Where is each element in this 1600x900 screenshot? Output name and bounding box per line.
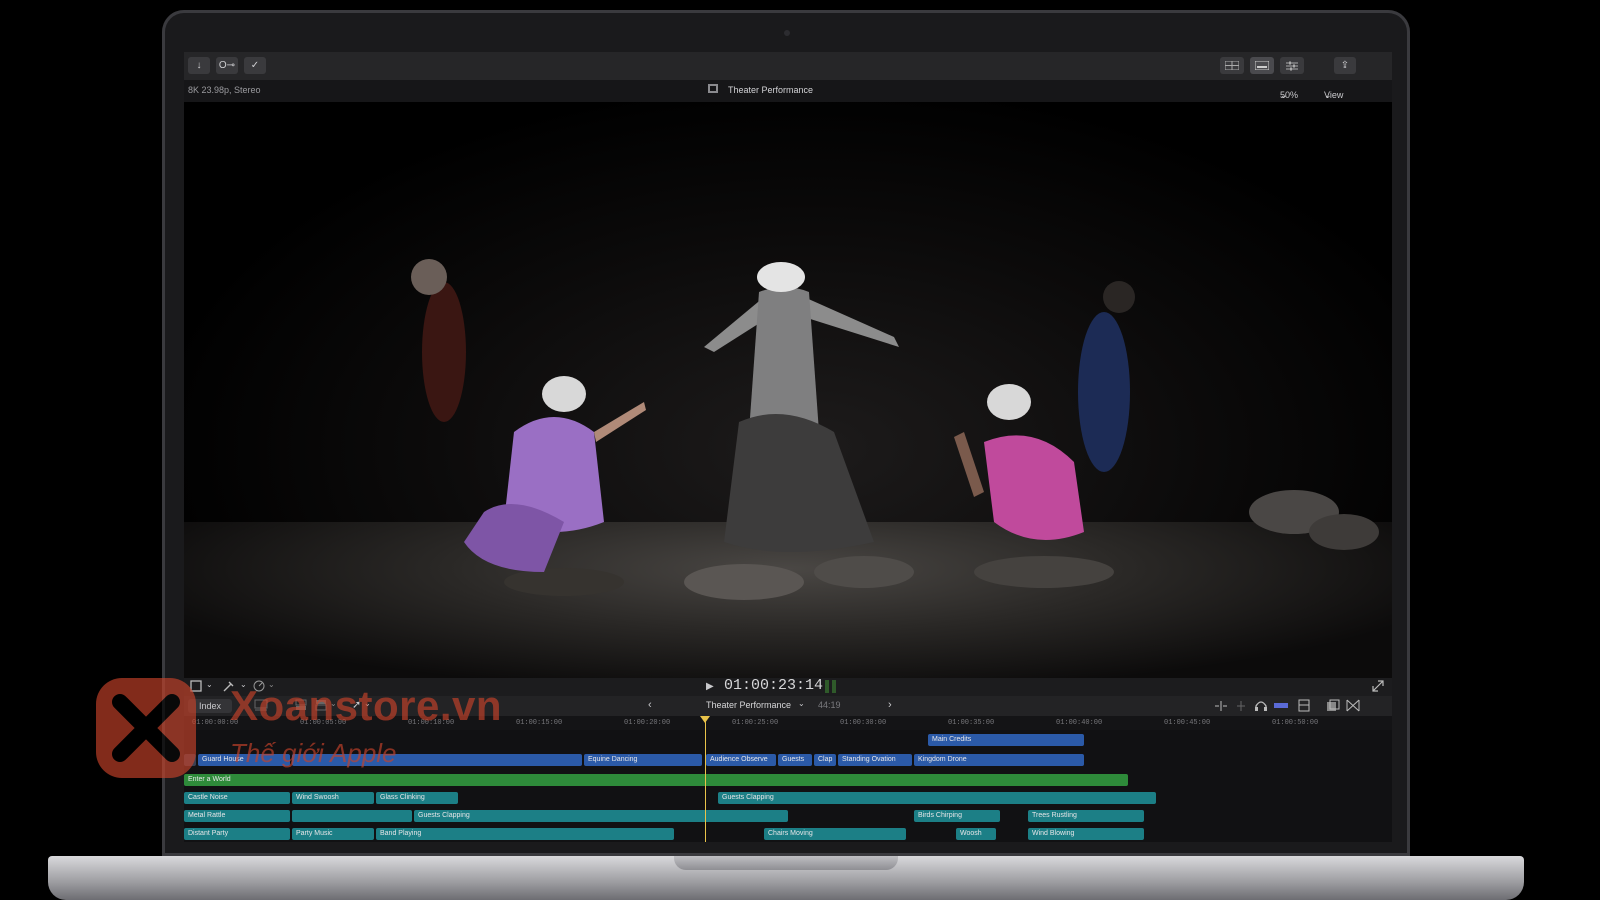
project-name: Theater Performance bbox=[706, 700, 792, 710]
clip-height-icon[interactable] bbox=[1298, 699, 1310, 714]
ruler-tick: 01:00:25:00 bbox=[732, 719, 779, 727]
project-duration: 44:19 bbox=[818, 700, 841, 710]
timeline-clip[interactable]: Metal Rattle bbox=[184, 810, 290, 822]
format-label: 8K 23.98p, Stereo bbox=[188, 85, 261, 95]
timeline-clip[interactable]: Chairs Moving bbox=[764, 828, 906, 840]
timeline-clip[interactable]: Distant Party bbox=[184, 828, 290, 840]
back-arrow-icon[interactable]: ‹ bbox=[648, 699, 652, 711]
audio-skimming-icon[interactable] bbox=[1214, 700, 1228, 714]
timeline-clip[interactable]: Wind Blowing bbox=[1028, 828, 1144, 840]
snapping-icon[interactable] bbox=[1274, 701, 1288, 713]
timeline-clip[interactable]: Castle Noise bbox=[184, 792, 290, 804]
watermark-brand: Xoanstore.vn bbox=[230, 682, 503, 729]
skimming-icon[interactable] bbox=[1234, 700, 1248, 714]
timeline-toggle-button[interactable] bbox=[1250, 57, 1274, 74]
timeline-clip[interactable]: Kingdom Drone bbox=[914, 754, 1084, 766]
ruler-tick: 01:00:50:00 bbox=[1272, 719, 1319, 727]
key-icon: O⊸ bbox=[218, 60, 236, 71]
transitions-icon[interactable] bbox=[1346, 699, 1360, 714]
camera bbox=[784, 30, 790, 36]
laptop-notch bbox=[674, 856, 898, 870]
timeline-icon bbox=[1255, 61, 1269, 70]
playhead-marker-icon[interactable] bbox=[700, 716, 710, 724]
import-button[interactable]: ↓ bbox=[188, 57, 210, 74]
timeline-clip[interactable]: Guests Clapping bbox=[718, 792, 1156, 804]
timeline-clip[interactable]: Trees Rustling bbox=[1028, 810, 1144, 822]
effects-browser-icon[interactable] bbox=[1326, 699, 1340, 714]
play-button[interactable]: ▶ bbox=[706, 681, 714, 692]
timeline-clip[interactable]: Woosh bbox=[956, 828, 996, 840]
watermark: Xoanstore.vn Thế giới Apple bbox=[90, 672, 610, 792]
watermark-tagline: Thế giới Apple bbox=[230, 738, 397, 768]
timeline-clip[interactable]: Guests bbox=[778, 754, 812, 766]
film-icon bbox=[708, 84, 718, 95]
timeline-clip[interactable]: Band Playing bbox=[376, 828, 674, 840]
project-title: Theater Performance bbox=[728, 85, 814, 95]
share-icon: ⇪ bbox=[1340, 60, 1350, 71]
import-icon: ↓ bbox=[196, 60, 202, 71]
forward-arrow-icon[interactable]: › bbox=[888, 699, 892, 711]
viewer-info-bar: 8K 23.98p, Stereo Theater Performance 50… bbox=[184, 80, 1392, 102]
browser-toggle-button[interactable] bbox=[1220, 57, 1244, 74]
timeline-clip[interactable]: Standing Ovation bbox=[838, 754, 912, 766]
timeline-clip[interactable]: Glass Clinking bbox=[376, 792, 458, 804]
fullscreen-icon[interactable] bbox=[1372, 680, 1384, 695]
ruler-tick: 01:00:35:00 bbox=[948, 719, 995, 727]
timecode-display: 01:00:23:14 bbox=[724, 677, 824, 694]
ruler-tick: 01:00:40:00 bbox=[1056, 719, 1103, 727]
timeline-clip[interactable]: Birds Chirping bbox=[914, 810, 1000, 822]
chevron-down-icon: ⌄ bbox=[1324, 90, 1332, 100]
timeline-clip[interactable]: Party Music bbox=[292, 828, 374, 840]
chevron-down-icon[interactable]: ⌄ bbox=[798, 699, 805, 708]
timeline-clip[interactable] bbox=[292, 810, 412, 822]
ruler-tick: 01:00:30:00 bbox=[840, 719, 887, 727]
playhead[interactable] bbox=[705, 716, 706, 842]
inspector-toggle-button[interactable] bbox=[1280, 57, 1304, 74]
check-icon: ✓ bbox=[250, 60, 260, 71]
timeline-clip[interactable]: Wind Swoosh bbox=[292, 792, 374, 804]
top-toolbar: ↓ O⊸ ✓ ⇪ bbox=[184, 52, 1392, 80]
share-button[interactable]: ⇪ bbox=[1334, 57, 1356, 74]
headphones-icon[interactable] bbox=[1254, 699, 1268, 714]
video-frame bbox=[411, 259, 1379, 600]
timeline-clip[interactable]: Guests Clapping bbox=[414, 810, 788, 822]
chevron-down-icon: ⌄ bbox=[1280, 90, 1288, 100]
sliders-icon bbox=[1286, 61, 1298, 70]
video-viewer[interactable] bbox=[184, 102, 1392, 678]
watermark-logo-icon bbox=[96, 678, 196, 778]
timeline-clip[interactable]: Clap bbox=[814, 754, 836, 766]
audio-meter-icon bbox=[824, 679, 838, 697]
background-tasks-button[interactable]: ✓ bbox=[244, 57, 266, 74]
ruler-tick: 01:00:45:00 bbox=[1164, 719, 1211, 727]
grid-icon bbox=[1225, 61, 1239, 70]
timeline-clip[interactable]: Main Credits bbox=[928, 734, 1084, 746]
keyword-button[interactable]: O⊸ bbox=[216, 57, 238, 74]
ruler-tick: 01:00:20:00 bbox=[624, 719, 671, 727]
timeline-clip[interactable]: Audience Observe bbox=[706, 754, 776, 766]
